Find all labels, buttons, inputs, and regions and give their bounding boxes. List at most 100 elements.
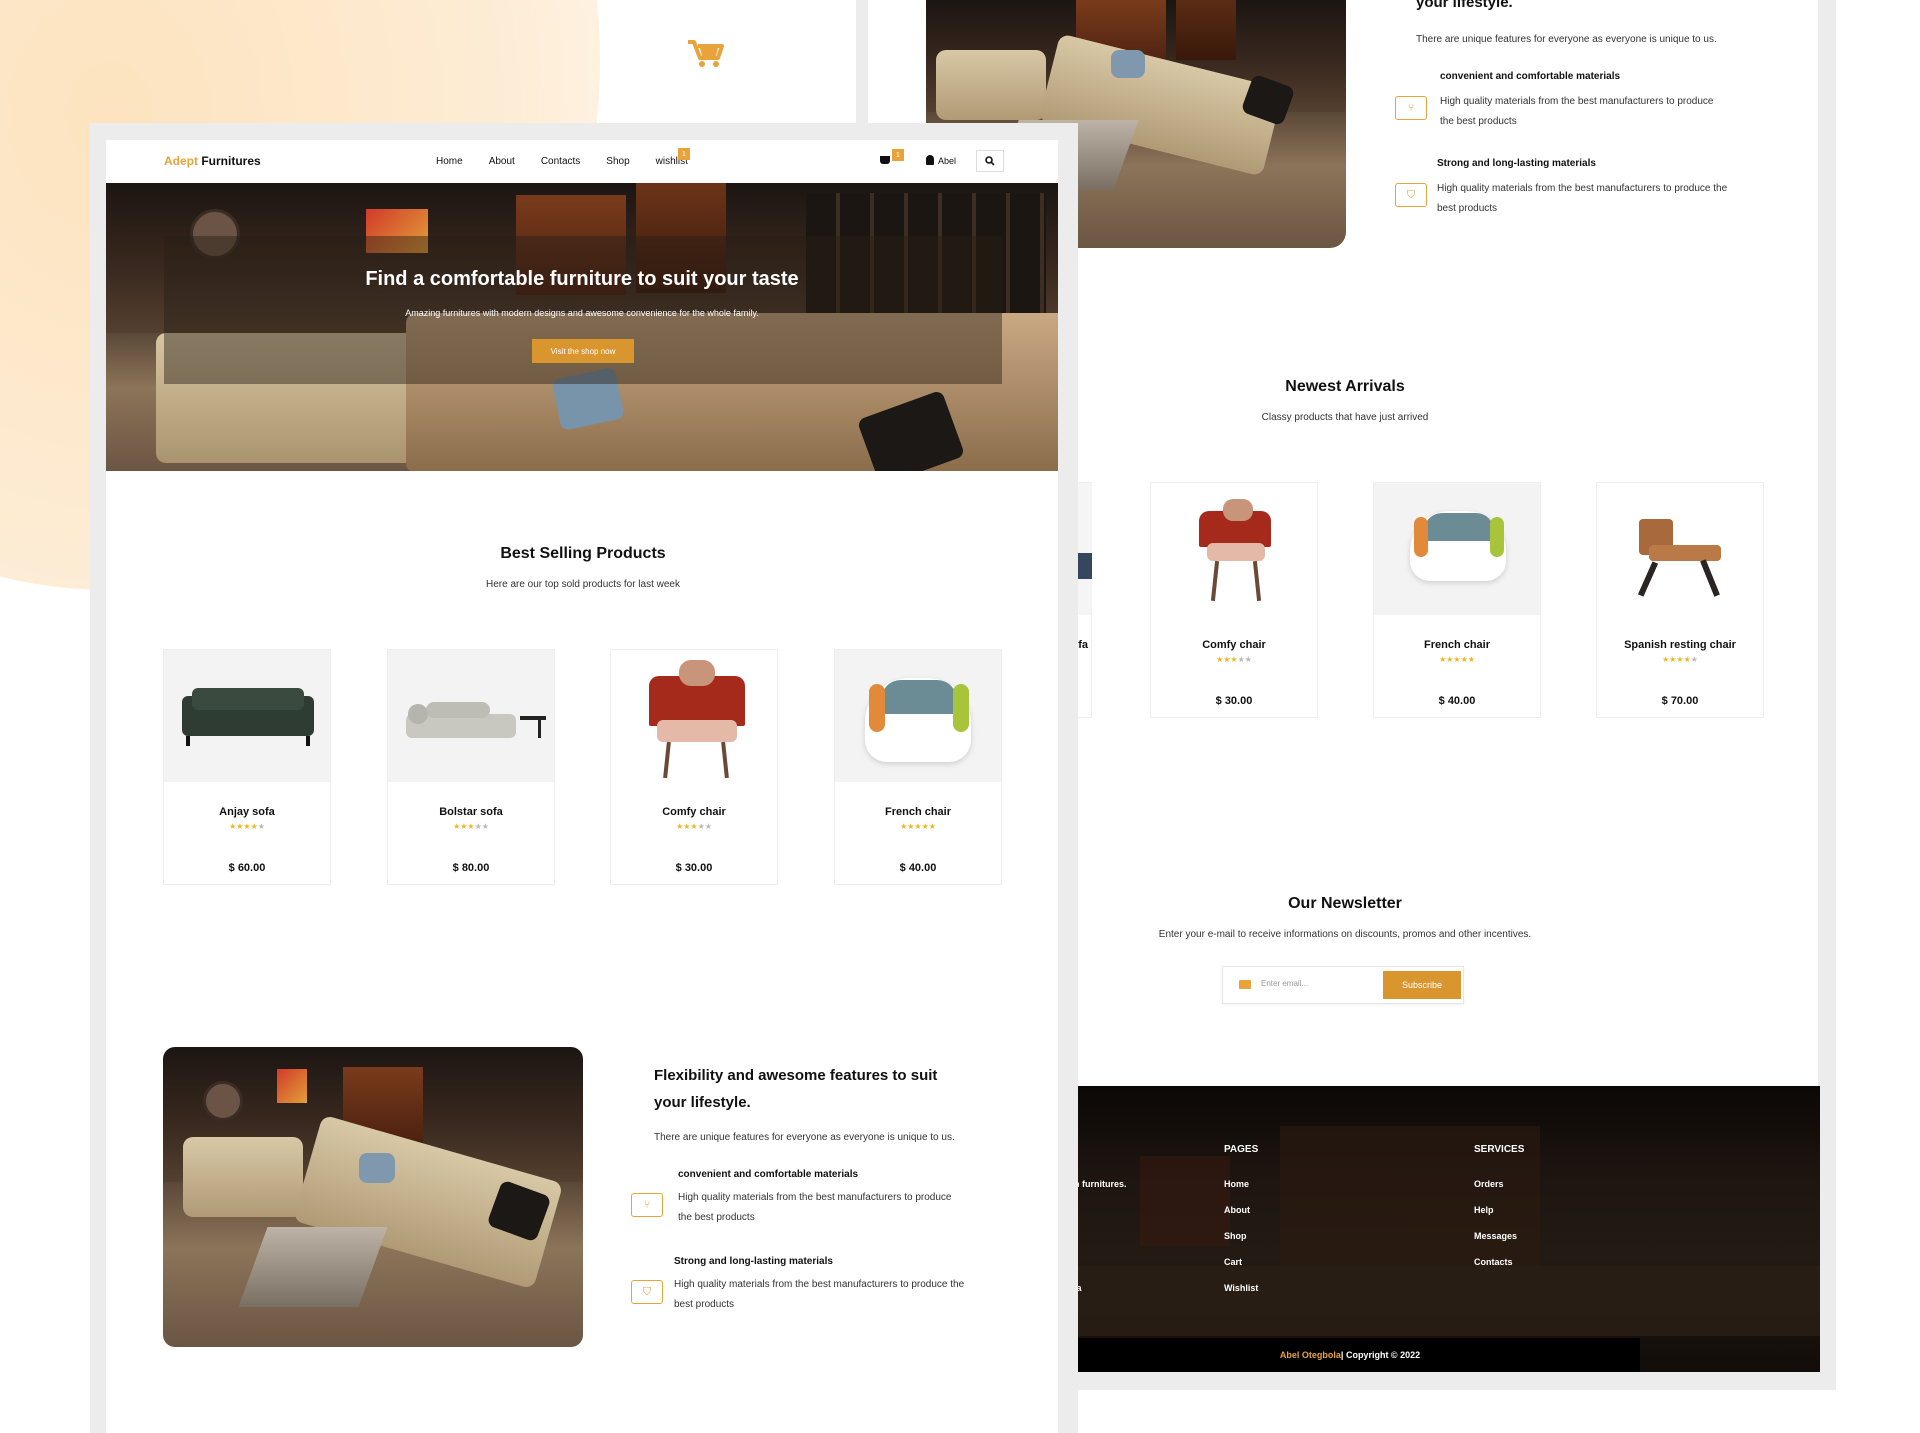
star-icon: ★ [243, 822, 251, 831]
product-price: $ 40.00 [1438, 695, 1476, 707]
footer-link-wishlist[interactable]: Wishlist [1224, 1283, 1258, 1293]
product-image [835, 650, 1001, 782]
feature-2-text: High quality materials from the best man… [674, 1279, 965, 1310]
cart-icon [688, 40, 724, 67]
hero-cta-button[interactable]: Visit the shop now [532, 339, 634, 363]
footer-link-messages[interactable]: Messages [1474, 1231, 1517, 1241]
footer-link-orders[interactable]: Orders [1474, 1179, 1504, 1189]
shield-icon: ⛉ [631, 1280, 663, 1304]
product-name: Comfy chair [1202, 639, 1266, 651]
product-card-comfy-new[interactable]: Comfy chair ★★★★★ $ 30.00 [1150, 482, 1318, 718]
product-price: $ 60.00 [228, 862, 266, 874]
user-name[interactable]: Abel [938, 156, 956, 166]
star-icon: ★ [467, 822, 475, 831]
footer-link-about[interactable]: About [1224, 1205, 1250, 1215]
feature-1-text: High quality materials from the best man… [678, 1192, 952, 1223]
nav-contacts[interactable]: Contacts [541, 156, 580, 167]
right-features-title: your lifestyle. [1416, 0, 1513, 11]
star-icon: ★ [250, 822, 258, 831]
star-icon: ★ [1690, 655, 1698, 664]
product-price: $ 30.00 [675, 862, 713, 874]
footer-link-contacts[interactable]: Contacts [1474, 1257, 1513, 1267]
features-title: Flexibility and awesome features to suit… [654, 1067, 938, 1111]
star-icon: ★ [474, 822, 482, 831]
right-feature-2-title: Strong and long-lasting materials [1437, 158, 1596, 169]
nav-shop[interactable]: Shop [606, 156, 629, 167]
product-price: $ 30.00 [1215, 695, 1253, 707]
footer: dern furnitures. geria PAGES Home About … [1060, 1086, 1820, 1372]
chair-icon: ⑂ [631, 1193, 663, 1217]
subscribe-button[interactable]: Subscribe [1383, 971, 1461, 999]
star-icon: ★ [690, 822, 698, 831]
shield-icon: ⛉ [1395, 183, 1427, 207]
rating-stars: ★★★★★ [388, 822, 554, 831]
search-icon [985, 156, 995, 166]
best-selling-title: Best Selling Products [500, 545, 666, 562]
footer-copyright: Abel Otegbola | Copyright © 2022 [1060, 1338, 1640, 1372]
product-card-spanish-new[interactable]: Spanish resting chair ★★★★★ $ 70.00 [1596, 482, 1764, 718]
rating-stars: ★★★★★ [835, 822, 1001, 831]
product-card-anjay[interactable]: Anjay sofa ★★★★★ $ 60.00 [163, 649, 331, 885]
star-icon: ★ [1467, 655, 1475, 664]
star-icon: ★ [914, 822, 922, 831]
rating-stars: ★★★★★ [1374, 655, 1540, 664]
brand-logo[interactable]: Adept Furnitures [164, 154, 261, 168]
top-nav: Adept Furnitures Home About Contacts Sho… [106, 140, 1058, 183]
star-icon: ★ [257, 822, 265, 831]
newsletter-title: Our Newsletter [1288, 895, 1402, 912]
copyright-text: | Copyright © 2022 [1340, 1350, 1421, 1360]
product-name: Comfy chair [662, 806, 726, 818]
nav-home[interactable]: Home [436, 156, 463, 167]
star-icon: ★ [1230, 655, 1238, 664]
product-image [164, 650, 330, 782]
product-card-french-new[interactable]: French chair ★★★★★ $ 40.00 [1373, 482, 1541, 718]
brand-first: Adept [164, 154, 198, 168]
hero-title: Find a comfortable furniture to suit you… [365, 268, 799, 290]
rating-stars: ★★★★★ [1597, 655, 1763, 664]
star-icon: ★ [481, 822, 489, 831]
best-selling-subtitle: Here are our top sold products for last … [486, 579, 680, 590]
footer-link-help[interactable]: Help [1474, 1205, 1494, 1215]
feature-2-title: Strong and long-lasting materials [674, 1256, 833, 1267]
product-card-bolstar[interactable]: Bolstar sofa ★★★★★ $ 80.00 [387, 649, 555, 885]
features-intro: There are unique features for everyone a… [654, 1132, 955, 1143]
footer-services-heading: SERVICES [1474, 1144, 1525, 1155]
product-price: $ 80.00 [452, 862, 490, 874]
right-features-intro: There are unique features for everyone a… [1416, 34, 1717, 45]
right-feature-2-text: High quality materials from the best man… [1437, 183, 1728, 214]
hero-banner [106, 183, 1058, 471]
rating-stars: ★★★★★ [611, 822, 777, 831]
mail-icon [1239, 980, 1251, 989]
product-image [1597, 483, 1763, 615]
product-image [1374, 483, 1540, 615]
nav-about[interactable]: About [489, 156, 515, 167]
cart-icon[interactable] [880, 156, 890, 164]
product-image [1151, 483, 1317, 615]
newsletter-subtitle: Enter your e-mail to receive information… [1158, 929, 1532, 940]
rating-stars: ★★★★★ [1151, 655, 1317, 664]
wishlist-badge: 1 [678, 148, 690, 160]
footer-pages-heading: PAGES [1224, 1144, 1259, 1155]
user-icon [926, 155, 934, 165]
newest-subtitle: Classy products that have just arrived [1261, 412, 1429, 423]
product-price: $ 70.00 [1661, 695, 1699, 707]
rating-stars: ★★★★★ [164, 822, 330, 831]
email-input[interactable]: Enter email... [1261, 979, 1308, 988]
product-card-comfy[interactable]: Comfy chair ★★★★★ $ 30.00 [610, 649, 778, 885]
search-button[interactable] [976, 150, 1004, 172]
star-icon: ★ [1237, 655, 1245, 664]
footer-link-home[interactable]: Home [1224, 1179, 1249, 1189]
copyright-author: Abel Otegbola [1279, 1350, 1341, 1360]
product-card-french[interactable]: French chair ★★★★★ $ 40.00 [834, 649, 1002, 885]
mockup-stage: your lifestyle. There are unique feature… [0, 0, 1920, 1433]
right-feature-1-title: convenient and comfortable materials [1440, 71, 1621, 82]
star-icon: ★ [697, 822, 705, 831]
star-icon: ★ [704, 822, 712, 831]
newest-title: Newest Arrivals [1285, 378, 1405, 395]
product-image [388, 650, 554, 782]
star-icon: ★ [1244, 655, 1252, 664]
nav-links: Home About Contacts Shop wishlist [436, 156, 688, 167]
footer-link-cart[interactable]: Cart [1224, 1257, 1242, 1267]
showroom-photo [163, 1047, 583, 1347]
footer-link-shop[interactable]: Shop [1224, 1231, 1247, 1241]
